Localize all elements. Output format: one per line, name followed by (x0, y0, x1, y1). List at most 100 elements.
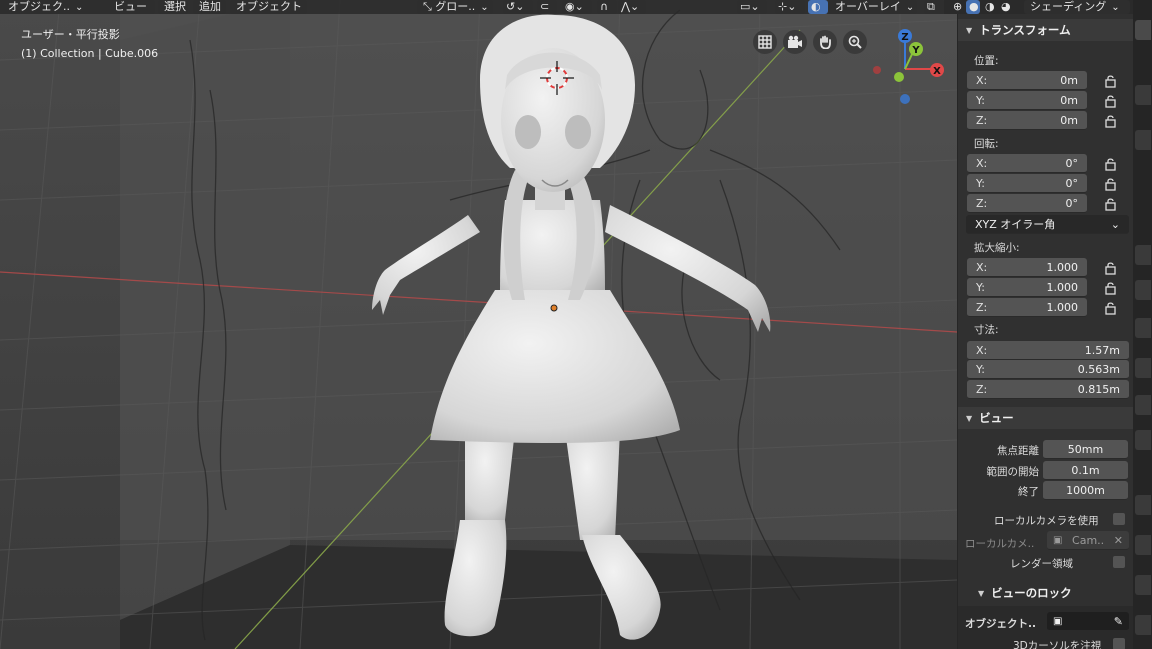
dimensions-label: 寸法: (974, 324, 999, 336)
axis-label: Z: (976, 382, 988, 396)
lock-icon[interactable] (1104, 197, 1118, 211)
menu-add[interactable]: 追加 (193, 0, 226, 14)
tab-constraint-icon[interactable] (1135, 430, 1151, 450)
lock-icon[interactable] (1104, 94, 1118, 108)
tab-scene-icon[interactable] (1135, 318, 1151, 338)
zoom-icon[interactable] (843, 30, 867, 54)
wireframe-shading-icon[interactable]: ⊕ (950, 0, 964, 14)
snap-icon[interactable]: ⊂ (537, 0, 557, 14)
pan-hand-icon[interactable] (813, 30, 837, 54)
tab-tool[interactable] (1135, 85, 1151, 105)
lock-icon[interactable] (1104, 177, 1118, 191)
eyedropper-icon[interactable]: ✎ (1114, 615, 1123, 628)
view-title: ビュー (979, 411, 1014, 425)
shading-label: シェーディング (1030, 0, 1107, 13)
sidebar-tabs (1133, 0, 1152, 649)
dimensions-field-x[interactable]: X: 1.57m (967, 341, 1129, 360)
location-field-z[interactable]: Z: 0m (967, 111, 1087, 130)
tab-physics-icon[interactable] (1135, 535, 1151, 555)
axis-label: Y: (976, 280, 985, 294)
mode-selector[interactable]: オブジェク.. (2, 0, 100, 14)
tab-wrench-icon[interactable] (1135, 245, 1151, 265)
expand-arrow-icon: ▼ (966, 413, 973, 423)
tab-object-icon[interactable] (1135, 395, 1151, 415)
3d-viewport[interactable]: オブジェク.. ビュー 選択 追加 オブジェクト ⤡ グロー.. ↺⌄ ⊂ ◉⌄… (0, 0, 957, 649)
lock-icon[interactable] (1104, 281, 1118, 295)
scale-field-y[interactable]: Y: 1.000 (967, 278, 1087, 297)
field-value: 0° (1065, 176, 1079, 190)
lock-cursor-label: 3Dカーソルを注視 (1013, 640, 1102, 649)
rotation-field-y[interactable]: Y: 0° (967, 174, 1087, 193)
rotation-field-x[interactable]: X: 0° (967, 154, 1087, 173)
focal-length-field[interactable]: 50mm (1043, 440, 1128, 459)
tab-material-icon[interactable] (1135, 615, 1151, 635)
lock-icon[interactable] (1104, 114, 1118, 128)
camera-view-icon[interactable] (783, 30, 807, 54)
pivot-point-icon[interactable]: ↺⌄ (503, 0, 533, 14)
gizmo-neg-y-handle (894, 72, 904, 82)
falloff-dropdown[interactable]: ⋀⌄ (618, 0, 646, 14)
gizmo-toggle-icon[interactable]: ⊹⌄ (775, 0, 805, 14)
rotation-mode-dropdown[interactable]: XYZ オイラー角 ⌄ (966, 215, 1129, 234)
overlay-toggle-icon[interactable]: ◐ (808, 0, 828, 14)
tab-world-icon[interactable] (1135, 358, 1151, 378)
xray-toggle-icon[interactable]: ⧉ (924, 0, 944, 14)
lock-cursor-checkbox[interactable] (1113, 638, 1125, 649)
rendered-shading-icon[interactable]: ◕ (998, 0, 1012, 14)
tab-properties-icon[interactable] (1135, 280, 1151, 300)
camera-object-icon: ▣ (1053, 534, 1063, 546)
render-region-checkbox[interactable] (1113, 556, 1125, 568)
tab-data-icon[interactable] (1135, 575, 1151, 595)
sidebar-panel: ▼ トランスフォーム 位置: 回転: 拡大縮小: 寸法: XYZ オイラー角 ⌄ ▼… (957, 14, 1134, 649)
dimensions-field-y[interactable]: Y: 0.563m (967, 360, 1129, 379)
viewport-header: オブジェク.. ビュー 選択 追加 オブジェクト ⤡ グロー.. ↺⌄ ⊂ ◉⌄… (0, 0, 957, 14)
proportional-edit-icon[interactable]: ◉⌄ (562, 0, 592, 14)
view-section-header[interactable]: ▼ ビュー (958, 407, 1134, 429)
field-value: 1.000 (1046, 280, 1079, 294)
orientation-label: グロー.. (435, 0, 476, 13)
rotation-field-z[interactable]: Z: 0° (967, 194, 1087, 213)
menu-select[interactable]: 選択 (158, 0, 188, 14)
transform-section-header[interactable]: ▼ トランスフォーム (958, 19, 1134, 41)
toggle-grid-icon[interactable] (753, 30, 777, 54)
falloff-icon[interactable]: ∩ (597, 0, 617, 14)
axis-label: X: (976, 343, 988, 357)
gizmo-neg-z-handle (900, 94, 910, 104)
chevron-down-icon: ⌄ (1110, 217, 1120, 231)
solid-shading-icon[interactable]: ● (966, 0, 980, 14)
lock-object-field[interactable]: ▣ ✎ (1047, 612, 1129, 631)
view-lock-section-header[interactable]: ▼ ビューのロック (958, 582, 1134, 604)
tab-view[interactable] (1135, 130, 1151, 150)
lock-icon[interactable] (1104, 301, 1118, 315)
menu-object[interactable]: オブジェクト (230, 0, 307, 14)
field-value: 1.000 (1046, 260, 1079, 274)
material-shading-icon[interactable]: ◑ (982, 0, 996, 14)
clip-end-field[interactable]: 1000m (1043, 481, 1128, 500)
overlay-dropdown[interactable]: オーバーレイ (829, 0, 917, 14)
axis-label: X: (976, 260, 988, 274)
shading-dropdown[interactable]: シェーディング (1024, 0, 1130, 14)
object-visibility-icon[interactable]: ▭⌄ (737, 0, 767, 14)
local-camera-field[interactable]: ▣ Cam.. ✕ (1047, 531, 1129, 550)
object-origin (550, 304, 558, 312)
object-icon: ▣ (1053, 615, 1063, 627)
field-value: 0° (1065, 196, 1079, 210)
clear-icon[interactable]: ✕ (1114, 534, 1123, 547)
scale-field-z[interactable]: Z: 1.000 (967, 298, 1087, 317)
local-camera-checkbox[interactable] (1113, 513, 1125, 525)
lock-icon[interactable] (1104, 74, 1118, 88)
scale-label: 拡大縮小: (974, 242, 1020, 254)
clip-start-field[interactable]: 0.1m (1043, 461, 1128, 480)
lock-icon[interactable] (1104, 157, 1118, 171)
tab-modifier-icon[interactable] (1135, 495, 1151, 515)
location-field-x[interactable]: X: 0m (967, 71, 1087, 90)
field-value: 0m (1060, 93, 1078, 107)
tab-item[interactable] (1135, 20, 1151, 40)
scale-field-x[interactable]: X: 1.000 (967, 258, 1087, 277)
navigation-gizmo[interactable]: Z X Y (866, 25, 951, 110)
lock-icon[interactable] (1104, 261, 1118, 275)
location-field-y[interactable]: Y: 0m (967, 91, 1087, 110)
dimensions-field-z[interactable]: Z: 0.815m (967, 380, 1129, 399)
transform-orientation-dropdown[interactable]: ⤡ グロー.. (417, 0, 493, 14)
menu-view[interactable]: ビュー (108, 0, 155, 14)
